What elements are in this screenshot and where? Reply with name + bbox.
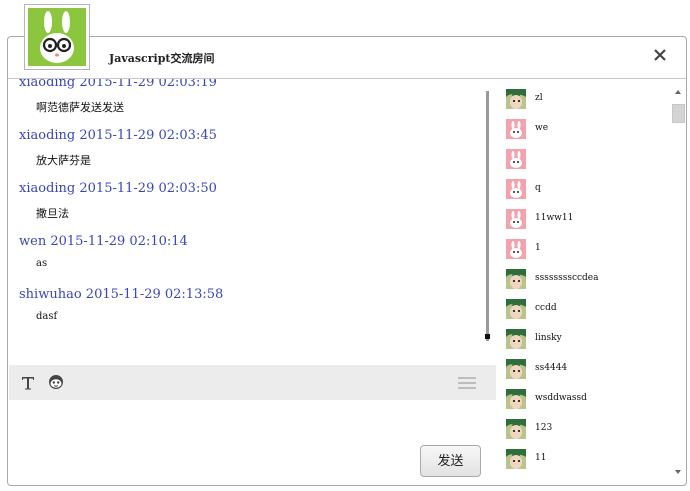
user-name: ccdd xyxy=(535,303,557,313)
message-text: 放大萨芬是 xyxy=(36,154,91,167)
user-list-item[interactable]: q xyxy=(506,179,656,201)
send-button[interactable]: 发送 xyxy=(420,445,481,477)
user-list[interactable]: zl we q 11ww11 1 ssssssssccdea ccdd linsky ss444… xyxy=(504,89,664,479)
user-name: ss4444 xyxy=(535,363,568,373)
scrollbar-end-marker xyxy=(485,334,490,339)
message-list[interactable]: xiaoding 2015-11-29 02:03:19 啊范德萨发送发送 xi… xyxy=(8,79,483,339)
close-icon[interactable] xyxy=(650,45,670,65)
user-name: wsddwassd xyxy=(535,393,587,403)
message-time: 2015-11-29 02:03:19 xyxy=(79,79,217,90)
user-list-item[interactable]: linsky xyxy=(506,329,656,351)
pink-rabbit-avatar-icon xyxy=(506,209,526,229)
user-list-scrollbar[interactable] xyxy=(672,89,687,477)
message-item: xiaoding 2015-11-29 02:03:19 啊范德萨发送发送 xyxy=(19,79,217,115)
message-time: 2015-11-29 02:03:50 xyxy=(79,181,217,196)
user-name: q xyxy=(535,183,541,193)
green-avatar-icon xyxy=(506,299,526,319)
message-input[interactable] xyxy=(9,401,496,441)
user-list-item[interactable]: wsddwassd xyxy=(506,389,656,411)
current-user-avatar[interactable] xyxy=(24,4,90,70)
user-list-item[interactable]: 123 xyxy=(506,419,656,441)
pink-rabbit-avatar-icon xyxy=(506,149,526,169)
user-list-item[interactable]: 11 xyxy=(506,449,656,471)
message-user: xiaoding xyxy=(19,79,76,90)
user-list-item[interactable]: 11ww11 xyxy=(506,209,656,231)
scroll-thumb[interactable] xyxy=(672,104,685,123)
green-avatar-icon xyxy=(506,359,526,379)
message-text: 啊范德萨发送发送 xyxy=(36,101,124,114)
green-avatar-icon xyxy=(506,389,526,409)
message-item: xiaoding 2015-11-29 02:03:45 放大萨芬是 xyxy=(19,128,217,168)
user-name: we xyxy=(535,123,549,133)
green-avatar-icon xyxy=(506,329,526,349)
pink-rabbit-avatar-icon xyxy=(506,179,526,199)
user-name: ssssssssccdea xyxy=(535,273,599,283)
message-item: shiwuhao 2015-11-29 02:13:58 dasf xyxy=(19,287,223,322)
input-toolbar xyxy=(9,365,496,400)
room-title: Javascript交流房间 xyxy=(109,52,215,65)
chat-window: Javascript交流房间 xiaoding 2015-11-29 02:03… xyxy=(7,36,687,486)
message-time: 2015-11-29 02:13:58 xyxy=(85,287,224,302)
user-list-item[interactable]: ccdd xyxy=(506,299,656,321)
pink-rabbit-avatar-icon xyxy=(506,119,526,139)
message-item: xiaoding 2015-11-29 02:03:50 撒旦法 xyxy=(19,181,217,221)
menu-icon[interactable] xyxy=(458,375,476,394)
user-list-item[interactable]: 1 xyxy=(506,239,656,261)
message-text: 撒旦法 xyxy=(36,207,69,220)
message-time: 2015-11-29 02:10:14 xyxy=(50,234,188,249)
message-user: shiwuhao xyxy=(19,287,82,302)
scroll-down-arrow-icon[interactable] xyxy=(675,470,681,474)
message-user: wen xyxy=(19,234,47,249)
user-name: 11 xyxy=(535,453,547,463)
message-scrollbar[interactable] xyxy=(486,91,489,341)
scroll-up-arrow-icon[interactable] xyxy=(675,90,681,94)
message-item: wen 2015-11-29 02:10:14 as xyxy=(19,234,188,269)
green-avatar-icon xyxy=(506,449,526,469)
green-avatar-icon xyxy=(506,89,526,109)
user-list-item[interactable]: ss4444 xyxy=(506,359,656,381)
user-list-item[interactable]: ssssssssccdea xyxy=(506,269,656,291)
message-user: xiaoding xyxy=(19,128,76,143)
rabbit-avatar-icon xyxy=(28,8,86,66)
user-name: 11ww11 xyxy=(535,213,574,223)
message-time: 2015-11-29 02:03:45 xyxy=(79,128,217,143)
green-avatar-icon xyxy=(506,419,526,439)
user-list-item[interactable] xyxy=(506,149,656,171)
user-name: 123 xyxy=(535,423,553,433)
message-user: xiaoding xyxy=(19,181,76,196)
user-name: 1 xyxy=(535,243,541,253)
user-list-item[interactable]: zl xyxy=(506,89,656,111)
user-list-item[interactable]: we xyxy=(506,119,656,141)
green-avatar-icon xyxy=(506,269,526,289)
message-text: dasf xyxy=(36,311,58,322)
user-name: zl xyxy=(535,93,543,103)
font-icon[interactable] xyxy=(21,375,35,394)
user-name: linsky xyxy=(535,333,562,343)
emoji-icon[interactable] xyxy=(48,374,64,394)
message-text: as xyxy=(36,258,48,269)
pink-rabbit-avatar-icon xyxy=(506,239,526,259)
